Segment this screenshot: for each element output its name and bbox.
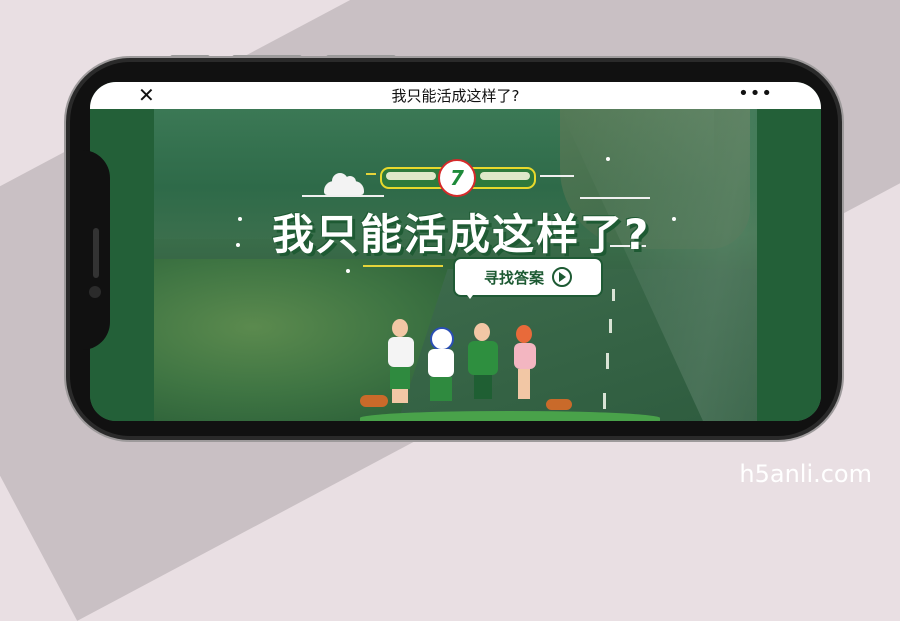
decorative-line: [363, 265, 443, 267]
decorative-line: [302, 195, 384, 197]
right-side-panel: [757, 109, 821, 421]
phone-notch: [70, 150, 110, 350]
hero-headline: 我只能活成这样了?: [272, 210, 651, 259]
play-circle-icon: [552, 267, 572, 287]
phone-camera: [89, 286, 101, 298]
decorative-dot: [346, 269, 350, 273]
more-dots-icon[interactable]: •••: [738, 83, 773, 104]
phone-volume-up-button: [232, 55, 302, 60]
dog-right: [546, 399, 572, 410]
cta-speech-tail: [464, 291, 476, 299]
logo-bar-fill-right: [480, 172, 530, 180]
decorative-line: [366, 173, 376, 175]
logo-bar-fill-left: [386, 172, 436, 180]
decorative-dot: [606, 157, 610, 161]
phone-side-button: [170, 55, 210, 60]
site-watermark: h5anli.com: [739, 460, 872, 488]
close-icon[interactable]: ✕: [138, 84, 155, 106]
phone-speaker: [93, 228, 99, 278]
dog-left: [360, 395, 388, 407]
decorative-dot: [238, 217, 242, 221]
webview-titlebar: ✕ 我只能活成这样了? •••: [90, 82, 821, 109]
hero-stage[interactable]: 7 我只能活成这样了? 寻找答案: [90, 109, 821, 421]
page-title: 我只能活成这样了?: [391, 87, 520, 105]
decorative-dot: [236, 243, 240, 247]
brand-logo-text: 7: [450, 166, 464, 190]
road-marking: [603, 393, 606, 409]
road-marking: [609, 319, 612, 333]
phone-volume-down-button: [326, 55, 396, 60]
find-answer-label: 寻找答案: [483, 268, 544, 287]
road-marking: [606, 353, 609, 369]
brand-logo: 7: [438, 159, 476, 197]
cloud-icon: [324, 173, 364, 195]
road-marking: [612, 289, 615, 301]
decorative-line: [540, 175, 574, 177]
decorative-line: [580, 197, 650, 199]
ground-strip: [360, 411, 660, 421]
phone-screen: ✕ 我只能活成这样了? ••• 7 我只能活成这样了? 寻找答案: [90, 82, 821, 421]
